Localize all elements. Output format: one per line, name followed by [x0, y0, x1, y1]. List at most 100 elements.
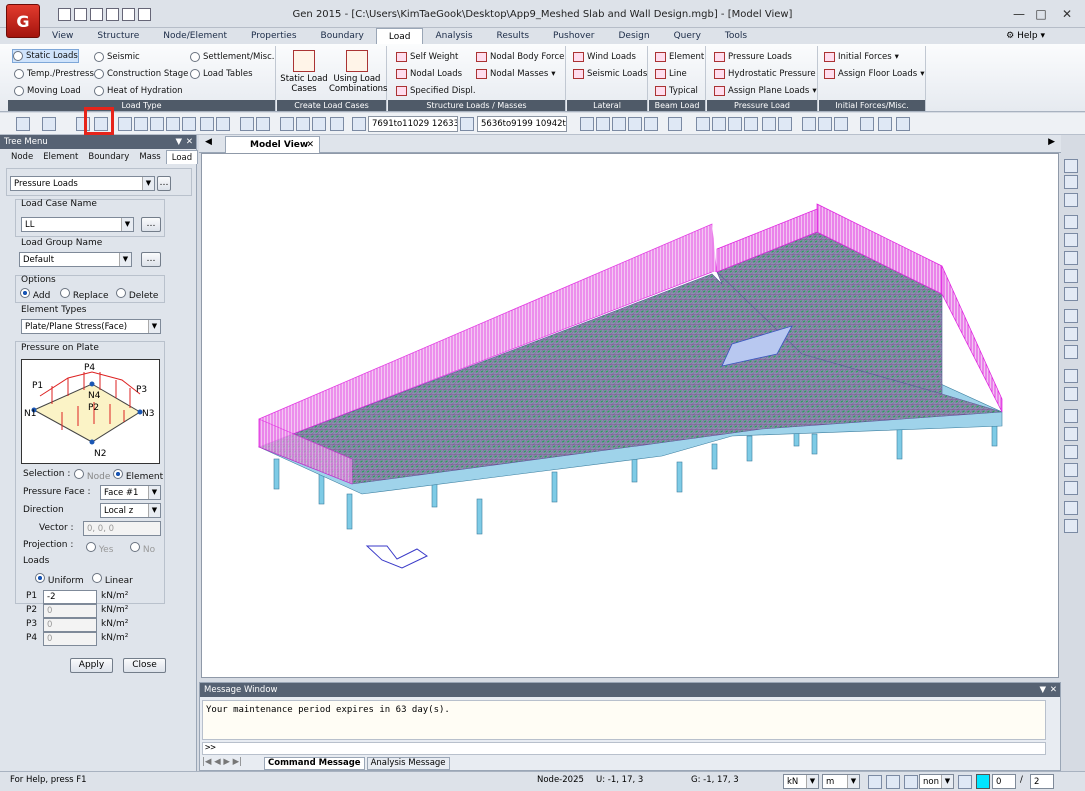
tab-design[interactable]: Design: [606, 28, 661, 45]
maximize-icon[interactable]: □: [1030, 6, 1052, 22]
wind-loads-button[interactable]: Wind Loads: [573, 50, 636, 64]
tab-analysis[interactable]: Analysis: [423, 28, 484, 45]
tab-analysis-message[interactable]: Analysis Message: [366, 757, 450, 770]
selection-element-radio[interactable]: Element: [113, 469, 163, 482]
assign-floor-loads-button[interactable]: Assign Floor Loads ▾: [824, 67, 924, 81]
zoom-out-icon[interactable]: [1064, 251, 1078, 265]
p2-input[interactable]: 0: [43, 604, 97, 618]
tab-view[interactable]: View: [40, 28, 85, 45]
node-number-icon[interactable]: [802, 117, 816, 131]
length-unit-select[interactable]: m ▼: [822, 774, 860, 789]
rotate-icon[interactable]: [1064, 345, 1078, 359]
node-select-icon[interactable]: [352, 117, 366, 131]
view-front-icon[interactable]: [580, 117, 594, 131]
static-loads-button[interactable]: Static Loads: [12, 49, 79, 63]
select-all-icon[interactable]: [200, 117, 214, 131]
prev-icon[interactable]: [886, 775, 900, 789]
mode-select[interactable]: non ▼: [919, 774, 954, 789]
load-type-more-button[interactable]: …: [157, 176, 171, 191]
projection-yes-radio[interactable]: Yes: [86, 542, 113, 555]
hydrostatic-pressure-button[interactable]: Hydrostatic Pressure: [714, 67, 816, 81]
nodal-masses-button[interactable]: Nodal Masses ▾: [476, 67, 556, 81]
tab-tools[interactable]: Tools: [713, 28, 759, 45]
tab-command-message[interactable]: Command Message: [264, 757, 365, 770]
apply-button[interactable]: Apply: [70, 658, 113, 673]
select-polygon-icon[interactable]: [134, 117, 148, 131]
view-left-icon[interactable]: [612, 117, 626, 131]
shrink-icon[interactable]: [312, 117, 326, 131]
p3-input[interactable]: 0: [43, 618, 97, 632]
app-logo[interactable]: G: [6, 4, 40, 38]
page-input[interactable]: 0: [992, 774, 1016, 789]
tab-results[interactable]: Results: [485, 28, 542, 45]
tab-close-icon[interactable]: ✕: [306, 137, 314, 153]
shading-icon[interactable]: [778, 117, 792, 131]
select-window-icon[interactable]: [118, 117, 132, 131]
pressure-face-select[interactable]: Face #1 ▼: [100, 485, 161, 500]
construction-stage-button[interactable]: Construction Stage: [94, 67, 188, 81]
copy-view-icon[interactable]: [1064, 409, 1078, 423]
load-group-select[interactable]: Default ▼: [19, 252, 132, 267]
tree-tab-mass[interactable]: Mass: [134, 150, 165, 164]
seismic-button[interactable]: Seismic: [94, 50, 140, 64]
layer-icon[interactable]: [1064, 427, 1078, 441]
snap-icon[interactable]: [1064, 193, 1078, 207]
option-add-radio[interactable]: Add: [20, 288, 50, 301]
seismic-loads-button[interactable]: Seismic Loads: [573, 67, 647, 81]
line-beam-load-button[interactable]: Line: [655, 67, 687, 81]
select-intersect-icon[interactable]: [150, 117, 164, 131]
element-select-icon[interactable]: [460, 117, 474, 131]
tab-query[interactable]: Query: [662, 28, 713, 45]
view-right-icon[interactable]: [628, 117, 642, 131]
layer-3-icon[interactable]: [1064, 463, 1078, 477]
message-tab-nav[interactable]: |◀ ◀ ▶ ▶|: [202, 757, 262, 770]
tab-load[interactable]: Load: [375, 28, 424, 45]
element-beam-load-button[interactable]: Element: [655, 50, 704, 64]
tab-node-element[interactable]: Node/Element: [151, 28, 239, 45]
perspective-icon[interactable]: [744, 117, 758, 131]
tab-pushover[interactable]: Pushover: [541, 28, 606, 45]
pan-icon[interactable]: [1064, 327, 1078, 341]
tab-properties[interactable]: Properties: [239, 28, 308, 45]
zoom-all-icon[interactable]: [1064, 287, 1078, 301]
zoom-fit-icon[interactable]: [1064, 269, 1078, 283]
view-back-icon[interactable]: [596, 117, 610, 131]
tree-tab-load[interactable]: Load: [165, 150, 199, 164]
tab-scroll-right-icon[interactable]: ▶: [1048, 137, 1055, 147]
p4-input[interactable]: 0: [43, 632, 97, 646]
zoom-in-icon[interactable]: [1064, 233, 1078, 247]
zoom-fit-icon[interactable]: [696, 117, 710, 131]
tab-boundary[interactable]: Boundary: [309, 28, 376, 45]
load-case-more-button[interactable]: …: [141, 217, 161, 232]
option-replace-radio[interactable]: Replace: [60, 288, 108, 301]
vector-input[interactable]: 0, 0, 0: [83, 521, 161, 536]
redo-icon[interactable]: [42, 117, 56, 131]
hidden-icon[interactable]: [296, 117, 310, 131]
specified-displ-button[interactable]: Specified Displ.: [396, 84, 476, 98]
p1-input[interactable]: -2: [43, 590, 97, 604]
option-delete-radio[interactable]: Delete: [116, 288, 158, 301]
layer-2-icon[interactable]: [1064, 445, 1078, 459]
load-case-select[interactable]: LL ▼: [21, 217, 134, 232]
dots-icon[interactable]: [1064, 175, 1078, 189]
projection-no-radio[interactable]: No: [130, 542, 155, 555]
message-close-icon[interactable]: ✕: [1050, 683, 1057, 697]
help-menu[interactable]: ⚙ Help ▾: [1006, 28, 1045, 45]
tree-tab-element[interactable]: Element: [38, 150, 83, 164]
tab-model-view[interactable]: Model View ✕: [225, 136, 320, 153]
uniform-radio[interactable]: Uniform: [35, 573, 84, 586]
pressure-loads-button[interactable]: Pressure Loads: [714, 50, 792, 64]
node-number-select[interactable]: 7691to11029 12633: [368, 116, 458, 132]
view-iso-icon[interactable]: [668, 117, 682, 131]
options-icon[interactable]: [1064, 519, 1078, 533]
color-swatch[interactable]: [976, 774, 990, 789]
refresh-icon[interactable]: [330, 117, 344, 131]
element-number-select[interactable]: 5636to9199 10942t: [477, 116, 567, 132]
select-volume-icon[interactable]: [182, 117, 196, 131]
linear-radio[interactable]: Linear: [92, 573, 133, 586]
next-icon[interactable]: [904, 775, 918, 789]
grid-icon[interactable]: [1064, 159, 1078, 173]
boundary-display-icon[interactable]: [834, 117, 848, 131]
search-icon[interactable]: [1064, 309, 1078, 323]
load-type-select[interactable]: Pressure Loads ▼: [10, 176, 155, 191]
